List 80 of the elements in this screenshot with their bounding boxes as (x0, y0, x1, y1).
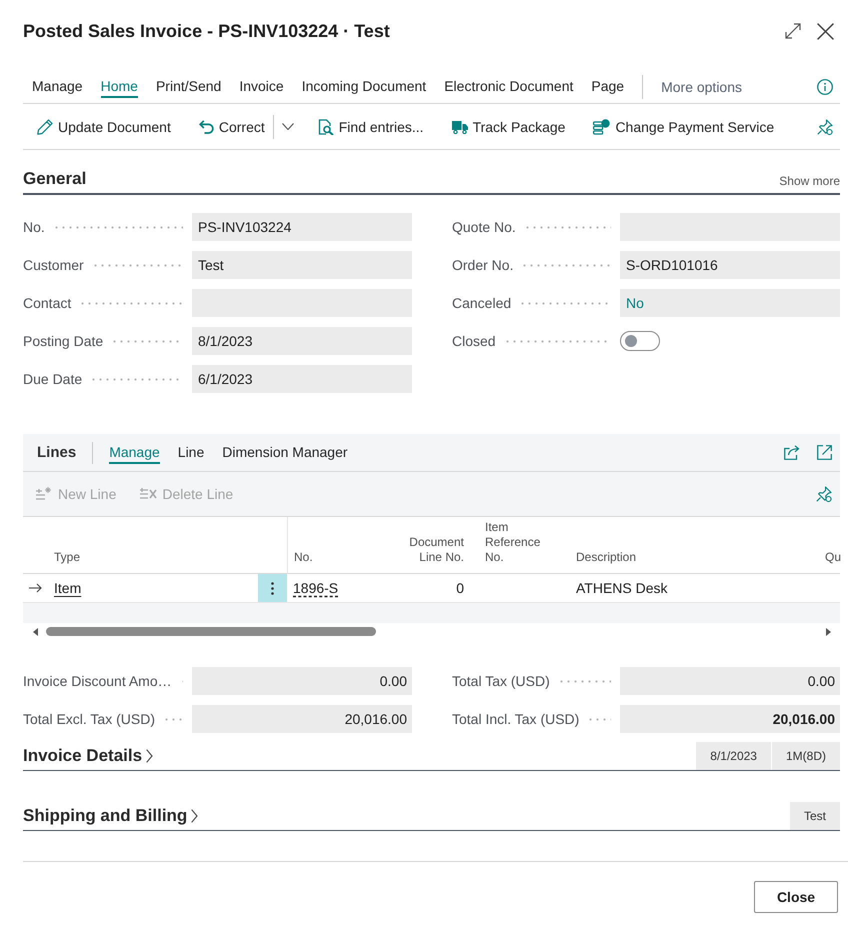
field-label: Customer (23, 257, 84, 273)
tab[interactable]: Invoice (239, 76, 284, 98)
field-label: No. (23, 219, 45, 235)
summary-value: 8/1/2023 (696, 742, 771, 770)
text-field[interactable]: 6/1/2023 (192, 365, 412, 393)
section-header-button[interactable]: Shipping and Billing (23, 802, 198, 830)
show-more-link[interactable]: Show more (779, 174, 840, 189)
expand-icon[interactable] (817, 445, 832, 460)
tab[interactable]: Print/Send (156, 76, 222, 98)
column-header[interactable]: Description (570, 517, 820, 574)
link[interactable]: Item (54, 580, 82, 596)
amount-field[interactable]: 20,016.00 (620, 705, 840, 733)
text-field[interactable]: PS-INV103224 (192, 213, 412, 241)
tab[interactable]: Page (591, 76, 624, 98)
field-label: Canceled (452, 295, 512, 311)
pin-icon[interactable] (817, 118, 833, 134)
delete-rows-icon (140, 487, 158, 501)
info-icon[interactable] (817, 78, 833, 94)
column-header[interactable]: No. (287, 517, 392, 574)
pencil-icon (37, 118, 53, 134)
coin-stack-icon (593, 118, 610, 134)
column-header[interactable]: Item Reference No. (470, 517, 570, 574)
toolbar-button[interactable]: Update Document (37, 112, 171, 142)
tab[interactable]: Line (178, 442, 204, 464)
expand-icon[interactable] (785, 23, 801, 39)
toolbar-button[interactable]: Track Package (452, 112, 566, 142)
more-options-button[interactable]: More options (661, 78, 742, 94)
scrollbar-thumb[interactable] (46, 627, 376, 636)
section-title: Lines (37, 444, 76, 461)
field-label: Due Date (23, 371, 82, 387)
text-field[interactable]: Test (192, 251, 412, 279)
field-label: Posting Date (23, 333, 104, 349)
add-rows-icon (36, 487, 53, 501)
tab[interactable]: Incoming Document (302, 76, 426, 98)
truck-icon (452, 120, 468, 134)
field-label: Order No. (452, 257, 514, 273)
toolbar-button[interactable]: Correct (198, 112, 265, 142)
column-header[interactable]: Qu (820, 517, 840, 574)
field-label: Total Tax (USD) (452, 673, 550, 689)
pin-icon[interactable] (816, 486, 832, 502)
field-label: Closed (452, 333, 496, 349)
column-header[interactable]: Document Line No. (392, 517, 470, 574)
field-label: Total Excl. Tax (USD) (23, 711, 155, 727)
undo-icon (198, 120, 214, 134)
section-header-button[interactable]: Invoice Details (23, 742, 154, 770)
field-label: Invoice Discount Amo… (23, 673, 172, 689)
toolbar-button[interactable]: Change Payment Service (593, 112, 774, 142)
close-icon[interactable] (817, 22, 834, 40)
chevron-down-icon (282, 123, 294, 130)
summary-value: 1M(8D) (770, 742, 840, 770)
summary-value: Test (790, 802, 840, 830)
lookup-link[interactable]: 1896-S (293, 580, 338, 596)
close-button[interactable]: Close (754, 881, 838, 913)
field-label: Total Incl. Tax (USD) (452, 711, 580, 727)
table-cell: 0 (392, 574, 470, 603)
tab[interactable]: Electronic Document (444, 76, 574, 98)
column-header[interactable]: Type (48, 517, 258, 574)
vertical-dots-icon (271, 582, 274, 594)
section-title[interactable]: General (23, 169, 86, 189)
text-field[interactable]: 8/1/2023 (192, 327, 412, 355)
tab[interactable]: Home (100, 76, 138, 98)
tab[interactable]: Dimension Manager (222, 442, 348, 464)
tab[interactable]: Manage (109, 442, 160, 464)
amount-field[interactable]: 0.00 (620, 667, 840, 695)
scroll-left-arrow-icon[interactable] (33, 628, 38, 636)
window-title: Posted Sales Invoice - PS-INV103224 · Test (23, 20, 391, 42)
text-field[interactable]: S-ORD101016 (620, 251, 840, 279)
field-label: Quote No. (452, 219, 516, 235)
toggle-switch[interactable] (620, 331, 660, 351)
field-label: Contact (23, 295, 72, 311)
share-icon[interactable] (784, 445, 800, 460)
link-field[interactable]: No (620, 289, 840, 317)
scroll-right-arrow-icon[interactable] (826, 628, 831, 636)
amount-field[interactable]: 20,016.00 (192, 705, 412, 733)
tab[interactable]: Manage (32, 76, 83, 98)
row-menu-button[interactable] (258, 574, 287, 602)
amount-field[interactable]: 0.00 (192, 667, 412, 695)
table-cell: ATHENS Desk (570, 574, 820, 603)
document-search-icon (318, 118, 334, 134)
toolbar-button[interactable]: Find entries... (318, 112, 424, 142)
